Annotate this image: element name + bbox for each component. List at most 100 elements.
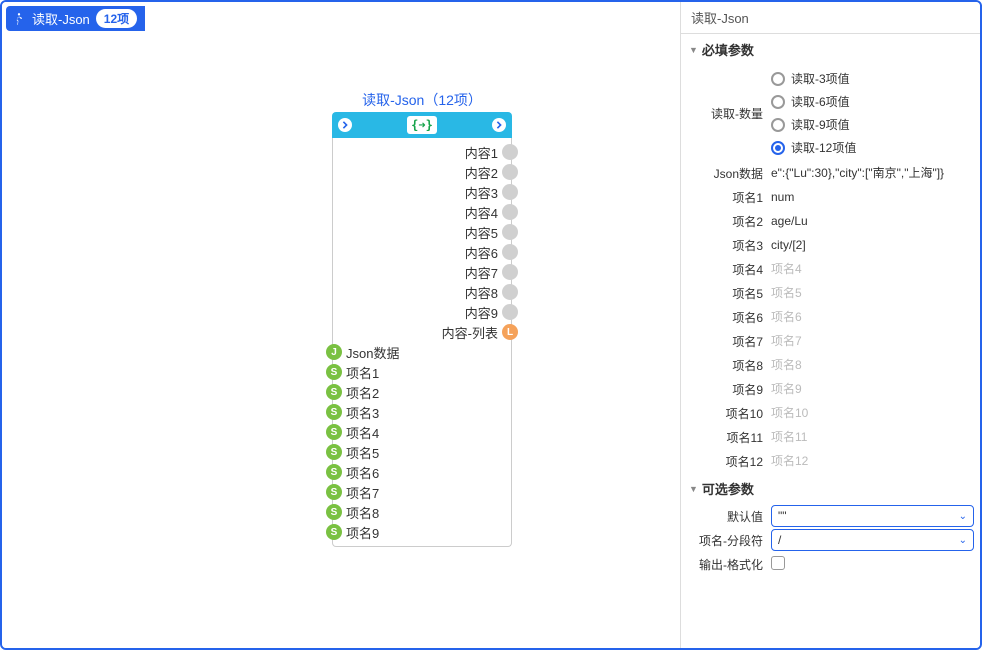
port-dot-string-icon[interactable]: S [326, 464, 342, 480]
prop-label: Json数据 [681, 165, 771, 182]
port-dot-icon[interactable] [502, 204, 518, 220]
output-port[interactable]: 内容4 [333, 202, 511, 222]
output-port[interactable]: 内容1 [333, 142, 511, 162]
name-input[interactable] [771, 428, 974, 447]
section-optional[interactable]: ▼ 可选参数 [681, 473, 980, 504]
input-port[interactable]: S项名1 [333, 362, 511, 382]
port-label: 项名5 [346, 443, 379, 462]
input-port[interactable]: S项名8 [333, 502, 511, 522]
input-port[interactable]: S项名4 [333, 422, 511, 442]
radio-label: 读取-12项值 [791, 139, 856, 156]
port-dot-icon[interactable] [502, 264, 518, 280]
port-dot-string-icon[interactable]: S [326, 444, 342, 460]
input-port[interactable]: S项名6 [333, 462, 511, 482]
name-input[interactable] [771, 284, 974, 303]
node-body: 内容1内容2内容3内容4内容5内容6内容7内容8内容9 内容-列表 L J Js… [332, 138, 512, 547]
json-data-input[interactable] [771, 164, 974, 183]
output-port[interactable]: 内容7 [333, 262, 511, 282]
prop-read-count: 读取-数量 读取-3项值读取-6项值读取-9项值读取-12项值 [681, 65, 980, 161]
props-tab[interactable]: 读取-Json [681, 2, 980, 34]
name-input[interactable] [771, 452, 974, 471]
canvas[interactable]: 读取-Json 12项 读取-Json（12项） {➜} 内容1内容2内容3内容… [2, 2, 680, 648]
port-dot-string-icon[interactable]: S [326, 504, 342, 520]
radio-option[interactable]: 读取-3项值 [771, 70, 974, 87]
prop-name-field: 项名8 [681, 353, 980, 377]
prop-name-field: 项名12 [681, 449, 980, 473]
radio-option[interactable]: 读取-9项值 [771, 116, 974, 133]
name-input[interactable] [771, 332, 974, 351]
port-dot-string-icon[interactable]: S [326, 484, 342, 500]
input-port[interactable]: S项名5 [333, 442, 511, 462]
port-dot-string-icon[interactable]: S [326, 364, 342, 380]
port-label: 项名2 [346, 383, 379, 402]
port-dot-list-icon[interactable]: L [502, 324, 518, 340]
input-port-json[interactable]: J Json数据 [333, 342, 511, 362]
name-input[interactable] [771, 380, 974, 399]
output-port[interactable]: 内容6 [333, 242, 511, 262]
port-label: 项名7 [346, 483, 379, 502]
format-checkbox[interactable] [771, 556, 785, 570]
prop-name-field: 项名2 [681, 209, 980, 233]
name-input[interactable] [771, 404, 974, 423]
name-input[interactable] [771, 212, 974, 231]
port-label: 项名9 [346, 523, 379, 542]
port-label: 内容2 [465, 163, 498, 182]
prop-name-field: 项名9 [681, 377, 980, 401]
name-input[interactable] [771, 308, 974, 327]
name-input[interactable] [771, 236, 974, 255]
port-dot-json-icon[interactable]: J [326, 344, 342, 360]
name-input[interactable] [771, 356, 974, 375]
input-port[interactable]: S项名3 [333, 402, 511, 422]
output-port[interactable]: 内容5 [333, 222, 511, 242]
port-dot-string-icon[interactable]: S [326, 524, 342, 540]
prop-label: 项名5 [681, 285, 771, 302]
input-port[interactable]: S项名9 [333, 522, 511, 542]
node-header[interactable]: {➜} [332, 112, 512, 138]
section-required[interactable]: ▼ 必填参数 [681, 34, 980, 65]
port-dot-icon[interactable] [502, 184, 518, 200]
prop-label: 项名10 [681, 405, 771, 422]
port-dot-string-icon[interactable]: S [326, 424, 342, 440]
radio-icon [771, 72, 785, 86]
header-title: 读取-Json [32, 9, 90, 28]
output-port[interactable]: 内容9 [333, 302, 511, 322]
output-port[interactable]: 内容2 [333, 162, 511, 182]
port-dot-icon[interactable] [502, 304, 518, 320]
walk-icon [12, 12, 26, 26]
default-select[interactable]: "" ⌄ [771, 505, 974, 527]
prop-label: 项名2 [681, 213, 771, 230]
port-dot-icon[interactable] [502, 164, 518, 180]
output-port-list[interactable]: 内容-列表 L [333, 322, 511, 342]
prop-label: 项名1 [681, 189, 771, 206]
port-dot-icon[interactable] [502, 144, 518, 160]
port-dot-icon[interactable] [502, 284, 518, 300]
delimiter-select[interactable]: / ⌄ [771, 529, 974, 551]
radio-group: 读取-3项值读取-6项值读取-9项值读取-12项值 [771, 66, 974, 160]
chevron-right-icon[interactable] [492, 118, 506, 132]
prop-label: 输出-格式化 [681, 556, 771, 573]
port-dot-icon[interactable] [502, 224, 518, 240]
prop-label: 项名12 [681, 453, 771, 470]
port-label: 项名6 [346, 463, 379, 482]
output-port[interactable]: 内容8 [333, 282, 511, 302]
prop-label: 项名6 [681, 309, 771, 326]
port-label: 内容4 [465, 203, 498, 222]
radio-label: 读取-3项值 [791, 70, 850, 87]
name-input[interactable] [771, 188, 974, 207]
radio-icon [771, 95, 785, 109]
radio-option[interactable]: 读取-6项值 [771, 93, 974, 110]
input-port[interactable]: S项名7 [333, 482, 511, 502]
json-out-icon: {➜} [407, 116, 437, 134]
port-label: 内容1 [465, 143, 498, 162]
node-title: 读取-Json（12项） [332, 90, 512, 110]
radio-option[interactable]: 读取-12项值 [771, 139, 974, 156]
input-port[interactable]: S项名2 [333, 382, 511, 402]
port-label: 内容7 [465, 263, 498, 282]
port-dot-icon[interactable] [502, 244, 518, 260]
name-input[interactable] [771, 260, 974, 279]
node[interactable]: 读取-Json（12项） {➜} 内容1内容2内容3内容4内容5内容6内容7内容… [332, 90, 512, 547]
port-dot-string-icon[interactable]: S [326, 404, 342, 420]
port-dot-string-icon[interactable]: S [326, 384, 342, 400]
chevron-left-icon[interactable] [338, 118, 352, 132]
output-port[interactable]: 内容3 [333, 182, 511, 202]
